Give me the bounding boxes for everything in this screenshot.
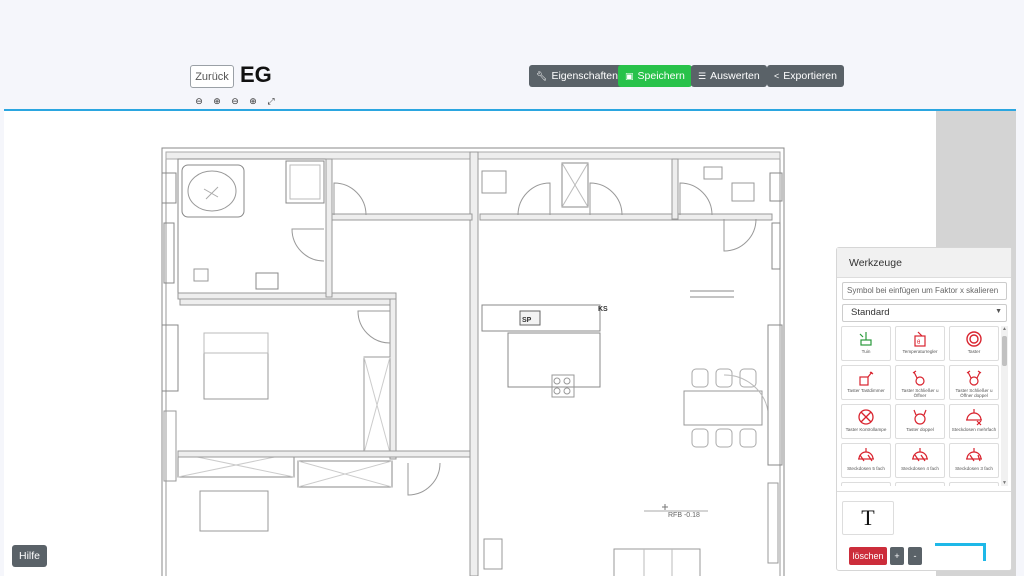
symbol-tile[interactable]: Steckdosen mehrfach	[949, 404, 999, 439]
floor-plan: SP KS RFB -0.18	[161, 147, 785, 576]
evaluate-button[interactable]: ☰ Auswerten	[691, 65, 767, 87]
symbol-label: Steckdosen 5 fach	[847, 466, 885, 471]
socket-3-icon	[966, 448, 982, 462]
symbol-tile[interactable]	[895, 482, 945, 486]
symbol-tile[interactable]: Taster doppel	[895, 404, 945, 439]
header: Zurück EG ⊖ ⊕ ⊖ ⊕ ⤢ 🔧︎ Eigenschaften ▣ S…	[0, 0, 1024, 110]
zoom-controls: ⊖ ⊕ ⊖ ⊕ ⤢	[194, 96, 276, 106]
scale-up-button[interactable]: +	[890, 547, 904, 565]
symbol-label: Taster Kontrollampe	[845, 427, 887, 432]
symbol-list[interactable]: Tuin θ Temperaturregler Taster Taster Ta…	[841, 326, 999, 486]
selection-marker	[935, 543, 985, 546]
help-button[interactable]: Hilfe	[12, 545, 47, 567]
zoom-out-icon[interactable]: ⊖	[194, 96, 204, 106]
category-value: Standard	[851, 307, 890, 318]
symbol-label: Steckdosen 3 fach	[955, 466, 993, 471]
button-circle-icon	[966, 331, 982, 347]
symbol-tile[interactable]: Taster Schließer u Öffner doppel	[949, 365, 999, 400]
zoom-reset-icon[interactable]: ⊖	[230, 96, 240, 106]
symbol-label: Steckdosen 4 fach	[901, 466, 939, 471]
scroll-down-icon[interactable]: ▼	[1001, 480, 1008, 486]
scrollbar-thumb[interactable]	[1002, 336, 1007, 366]
properties-label: Eigenschaften	[551, 70, 618, 82]
socket-5-icon	[858, 448, 874, 462]
wrench-icon: 🔧︎	[536, 70, 548, 81]
symbol-tile[interactable]: Steckdosen 5 fach	[841, 443, 891, 478]
symbol-label: Taster	[967, 349, 981, 354]
symbol-tile[interactable]: Taster Kontrollampe	[841, 404, 891, 439]
control-lamp-icon	[858, 409, 874, 425]
floor-plan-canvas[interactable]: SP KS RFB -0.18	[4, 111, 936, 576]
back-button[interactable]: Zurück	[190, 65, 234, 88]
switch-double-icon	[966, 370, 982, 386]
button-double-icon	[913, 409, 927, 425]
symbol-tile[interactable]: Steckdosen 3 fach	[949, 443, 999, 478]
tools-title: Werkzeuge	[837, 248, 1011, 278]
list-icon: ☰	[698, 70, 707, 81]
symbol-label: Taster Tastdimmer	[847, 388, 885, 393]
share-icon: <	[774, 71, 780, 81]
scroll-up-icon[interactable]: ▲	[1001, 326, 1008, 332]
scale-down-button[interactable]: -	[908, 547, 922, 565]
properties-button[interactable]: 🔧︎ Eigenschaften	[529, 65, 625, 87]
symbol-tile[interactable]: Taster	[949, 326, 999, 361]
symbol-label: Taster Schließer u Öffner	[901, 388, 939, 398]
symbol-label: Taster doppel	[906, 427, 934, 432]
symbol-tile[interactable]	[949, 482, 999, 486]
symbol-label: Temperaturregler	[902, 349, 938, 354]
svg-text:θ: θ	[917, 340, 921, 346]
symbol-label: Steckdosen mehrfach	[951, 427, 997, 432]
socket-4-icon	[912, 448, 928, 462]
symbol-tile[interactable]: Taster Schließer u Öffner	[895, 365, 945, 400]
symbol-tile[interactable]: Tuin	[841, 326, 891, 361]
plan-label-rfb: RFB -0.18	[668, 512, 700, 519]
export-button[interactable]: < Exportieren	[767, 65, 844, 87]
zoom-fit-icon[interactable]: ⊕	[248, 96, 258, 106]
door-opener-icon	[859, 332, 872, 346]
selection-marker	[983, 543, 986, 561]
save-button[interactable]: ▣ Speichern	[618, 65, 692, 87]
symbol-tile[interactable]: Taster Tastdimmer	[841, 365, 891, 400]
dimmer-icon	[859, 371, 874, 386]
tools-panel: Werkzeuge Symbol bei einfügen um Faktor …	[836, 247, 1012, 571]
floppy-icon: ▣	[625, 70, 634, 81]
export-label: Exportieren	[783, 70, 837, 82]
category-select[interactable]: Standard ▼	[842, 304, 1007, 322]
evaluate-label: Auswerten	[710, 70, 760, 82]
thermostat-icon: θ	[914, 331, 926, 347]
fullscreen-icon[interactable]: ⤢	[266, 96, 276, 106]
delete-button[interactable]: löschen	[849, 547, 887, 565]
switch-nc-no-icon	[912, 370, 925, 386]
zoom-in-icon[interactable]: ⊕	[212, 96, 222, 106]
scale-factor-input[interactable]: Symbol bei einfügen um Faktor x skaliere…	[842, 282, 1007, 300]
panel-divider	[837, 491, 1011, 492]
plan-label-ks: KS	[598, 306, 608, 313]
symbol-label: Tuin	[861, 349, 871, 354]
caret-down-icon: ▼	[995, 308, 1002, 315]
symbol-scrollbar[interactable]: ▲ ▼	[1001, 326, 1008, 486]
text-tool[interactable]: T	[842, 501, 894, 535]
symbol-label: Taster Schließer u Öffner doppel	[955, 388, 993, 398]
move-cursor-icon	[662, 504, 668, 510]
plan-label-sp: SP	[522, 317, 532, 324]
socket-multi-icon	[966, 409, 982, 426]
symbol-tile[interactable]: Steckdosen 4 fach	[895, 443, 945, 478]
save-label: Speichern	[637, 70, 685, 82]
page-title: EG	[240, 62, 272, 87]
symbol-tile[interactable]	[841, 482, 891, 486]
symbol-tile[interactable]: θ Temperaturregler	[895, 326, 945, 361]
